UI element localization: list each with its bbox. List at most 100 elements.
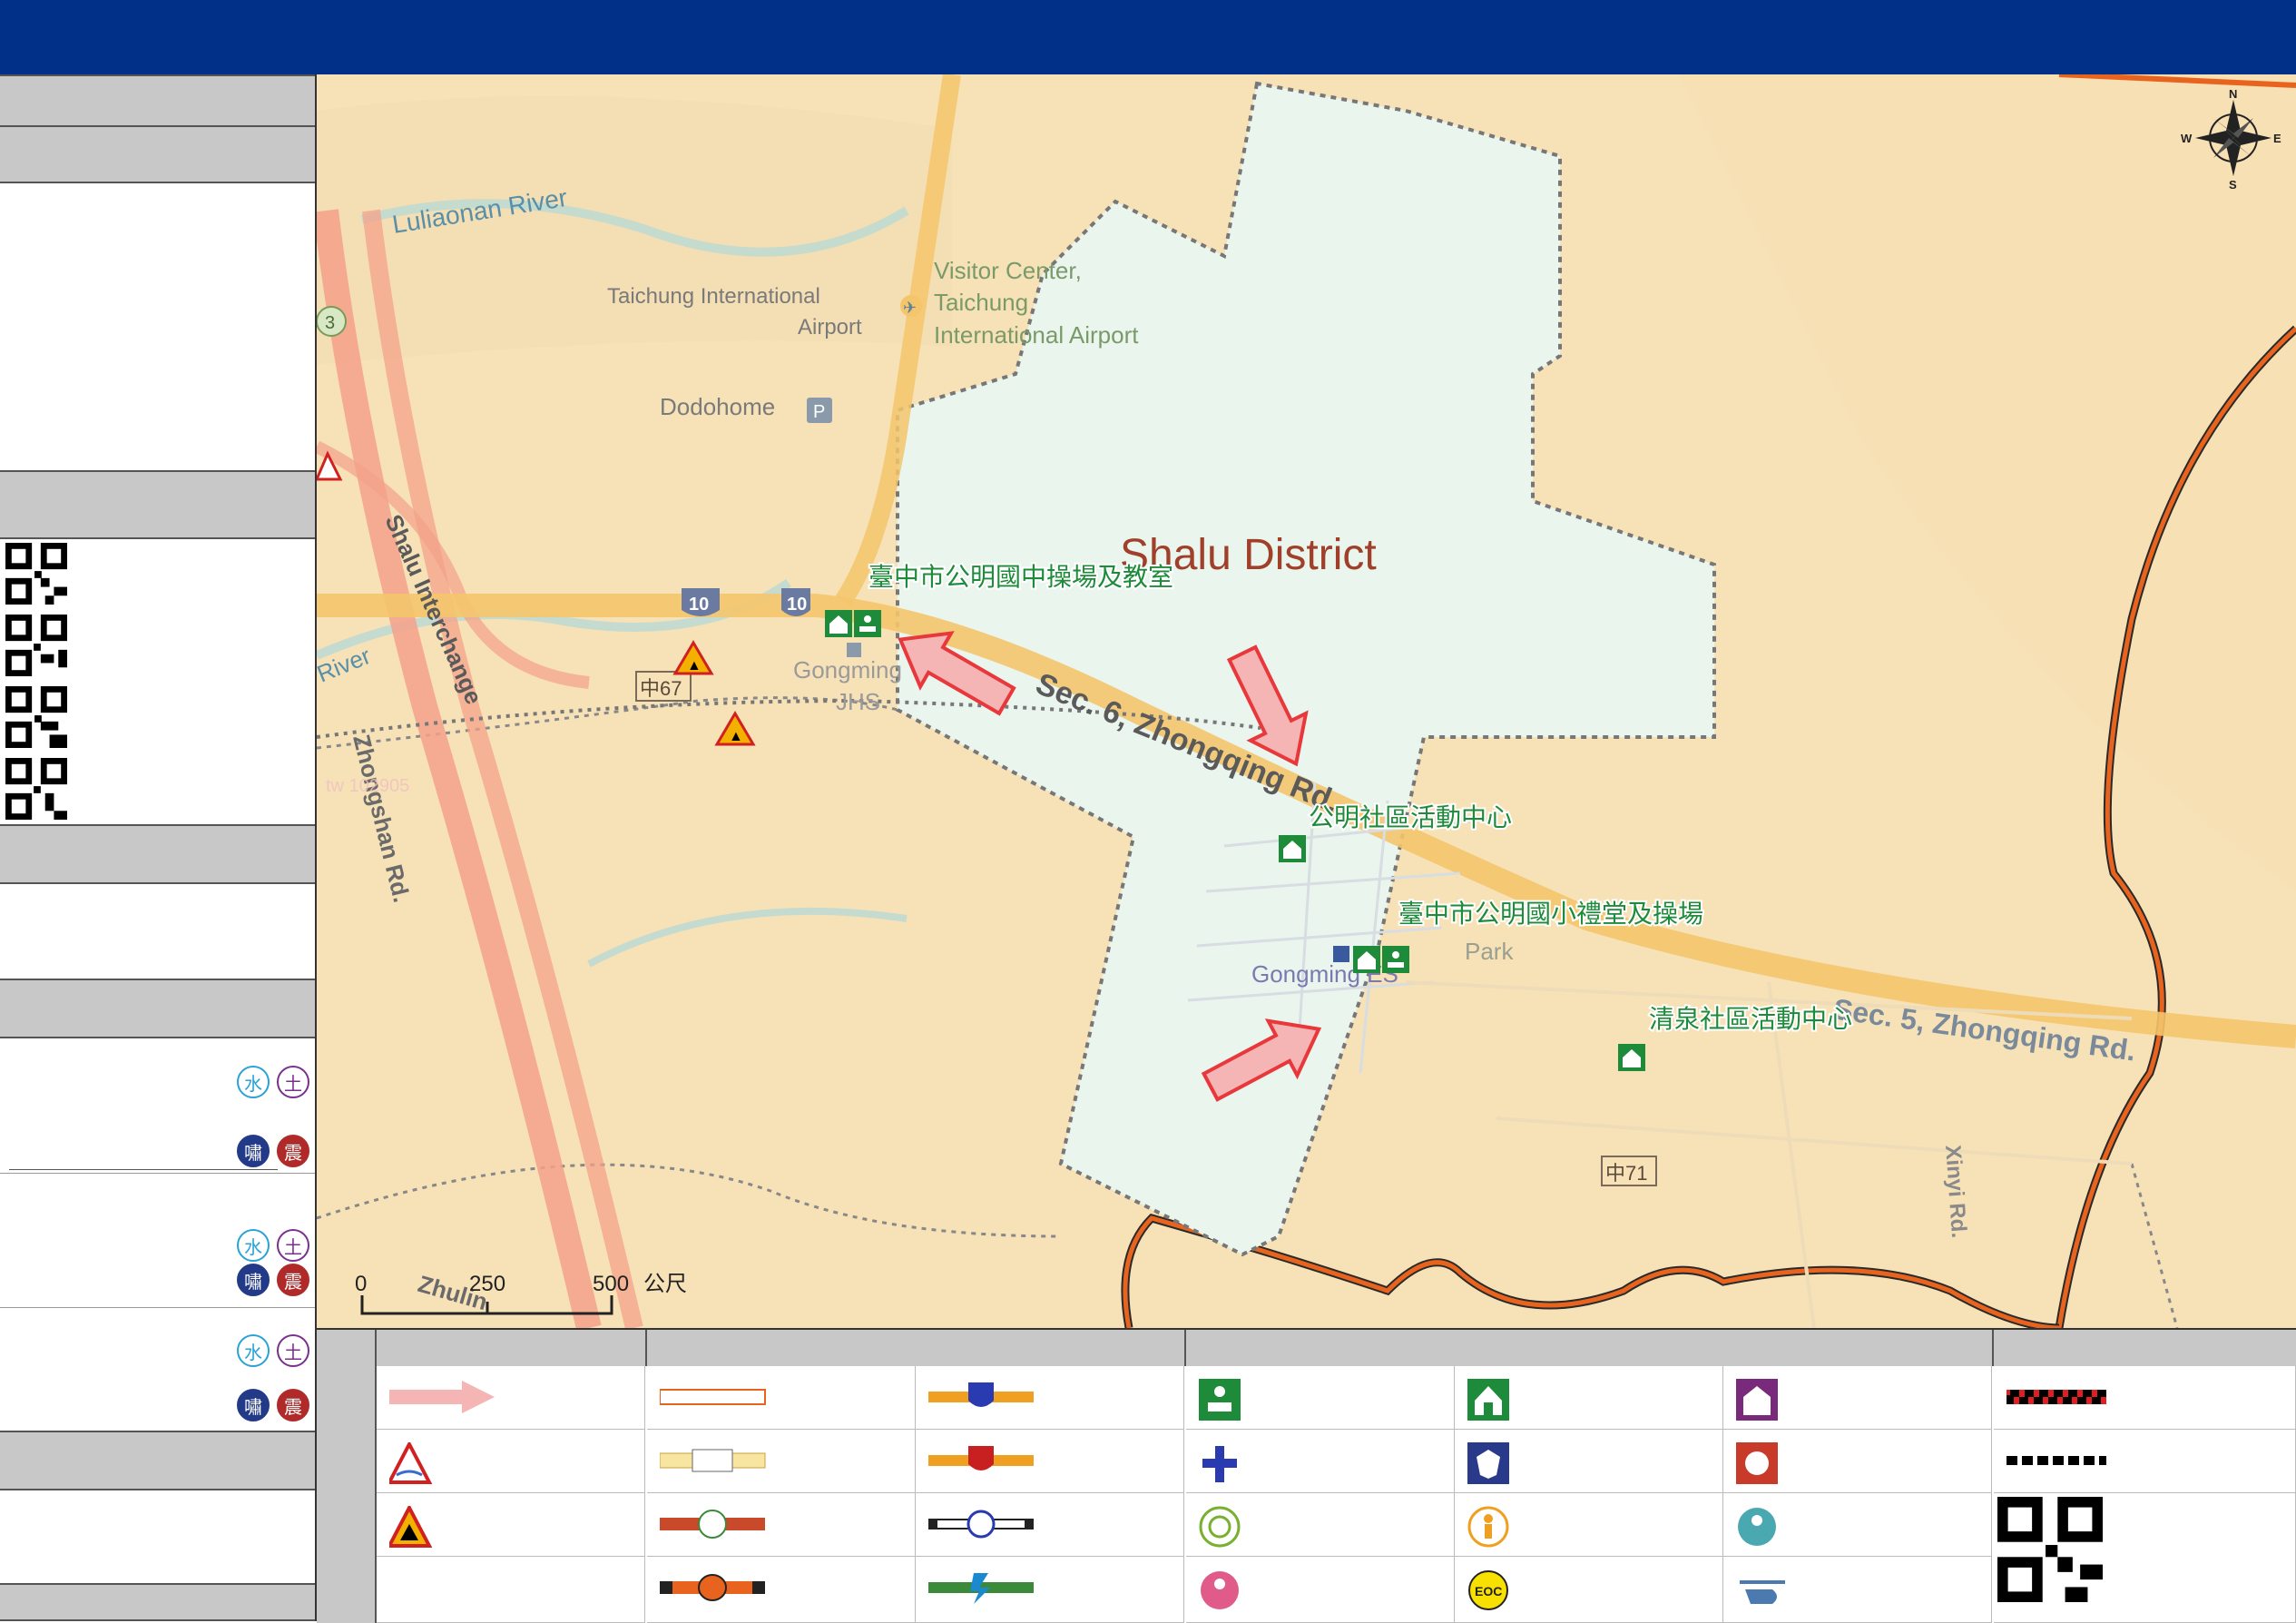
hazard-badge-row: 水 土: [237, 1229, 309, 1262]
sidebar-header-3: [0, 470, 315, 539]
legend-item: [1186, 1557, 1455, 1623]
highway-shield: 3: [317, 306, 347, 337]
svg-text:中67: 中67: [640, 677, 682, 700]
hazard-badge-row: 水 土: [237, 1334, 309, 1367]
qr-code-icon[interactable]: [5, 615, 67, 676]
svg-text:▲: ▲: [687, 658, 702, 674]
sidebar-header-1: [0, 74, 315, 127]
legend-item: [1186, 1366, 1455, 1430]
legend-item: [1723, 1366, 1992, 1430]
boundary-line-icon: [2007, 1456, 2106, 1465]
legend-item: [916, 1366, 1184, 1430]
shelter-indoor-icon: [1467, 1379, 1509, 1421]
village-boundary-line-icon: [2007, 1390, 2106, 1404]
qr-code-icon[interactable]: [5, 758, 67, 820]
divider: [9, 1169, 278, 1170]
qr-code-icon[interactable]: [5, 543, 67, 605]
svg-text:3: 3: [325, 313, 335, 333]
infant-icon: [1738, 1508, 1776, 1546]
legend-item: [1994, 1493, 2296, 1623]
base-map[interactable]: Luliaonan River River Taichung Internati…: [317, 74, 2296, 1328]
shelter-indoor-icon: [1279, 835, 1306, 862]
sidebar-footer-panel: [0, 1490, 315, 1585]
svg-text:▲: ▲: [729, 729, 743, 744]
sidebar-header-5: [0, 979, 315, 1038]
highway-shield: 10: [682, 588, 720, 616]
school-label: Gongming: [793, 656, 902, 684]
railway-line-icon: [928, 1510, 1034, 1539]
qr-code-icon[interactable]: [1997, 1497, 2103, 1602]
sidebar-header-2: [0, 125, 315, 183]
svg-text:W: W: [2181, 132, 2193, 145]
evacuation-arrow-icon: [389, 1381, 495, 1413]
legend-side-header: [317, 1330, 377, 1623]
legend-item: [647, 1430, 916, 1493]
family-support-icon: [1201, 1571, 1239, 1609]
legend-item: EOC: [1455, 1557, 1723, 1623]
earth-hazard-icon: 土: [277, 1334, 309, 1367]
airport-icon: ✈: [900, 295, 922, 317]
fire-station-icon: [1736, 1442, 1778, 1484]
legend-item: [916, 1493, 1184, 1557]
tsunami-hazard-icon: 嘯: [237, 1264, 270, 1296]
map-canvas[interactable]: Luliaonan River River Taichung Internati…: [317, 74, 2296, 1328]
hazard-badge-row: 嘯 震: [237, 1264, 309, 1296]
legend-item: [377, 1430, 645, 1493]
visitor-center-label: International Airport: [934, 321, 1139, 349]
quake-hazard-icon: 震: [277, 1389, 309, 1421]
svg-text:E: E: [2273, 132, 2281, 145]
park-label: Park: [1465, 938, 1514, 965]
elderly-icon: [1467, 1506, 1509, 1548]
water-hazard-icon: 水: [237, 1334, 270, 1367]
legend-item: [1994, 1366, 2296, 1430]
legend-item: [1723, 1557, 1992, 1623]
svg-text:500: 500: [593, 1272, 629, 1296]
road-line-icon: [928, 1382, 1034, 1407]
sidebar: 水 土 嘯 震 水 土 嘯 震 水 土 嘯 震: [0, 74, 317, 1621]
sidebar-info-panel: [0, 183, 315, 472]
road-line-icon: [660, 1449, 766, 1472]
sidebar-hazard-panel: 水 土 嘯 震 水 土 嘯 震 水 土 嘯 震: [0, 1038, 315, 1465]
tsunami-hazard-icon: 嘯: [237, 1389, 270, 1421]
svg-text:0: 0: [355, 1272, 367, 1296]
water-hazard-icon: 水: [237, 1229, 270, 1262]
legend-item: [647, 1366, 916, 1430]
qr-code-icon[interactable]: [5, 686, 67, 748]
svg-text:公尺: 公尺: [643, 1272, 687, 1296]
flood-warning-icon: [389, 1442, 433, 1484]
legend-item: [1455, 1430, 1723, 1493]
svg-text:✈: ✈: [903, 299, 917, 317]
airport-label: Taichung International: [607, 284, 820, 309]
landslide-warning-icon: [389, 1506, 433, 1548]
school-label: JHS: [836, 688, 880, 715]
svg-text:250: 250: [469, 1272, 505, 1296]
shelter-outdoor-icon: [854, 610, 881, 637]
watermark: tw 102905: [326, 776, 409, 796]
sidebar-header-6: [0, 1431, 315, 1490]
legend-item: [1723, 1493, 1992, 1557]
legend-header: [1994, 1330, 2296, 1366]
earth-hazard-icon: 土: [277, 1229, 309, 1262]
highway-shield: 10: [781, 588, 810, 616]
divider: [0, 1307, 315, 1308]
legend-item: [916, 1557, 1184, 1623]
legend-item: [647, 1557, 916, 1623]
earth-hazard-icon: 土: [277, 1066, 309, 1098]
visitor-center-label: Taichung: [934, 289, 1028, 316]
sidebar-header-7: [0, 1583, 315, 1621]
svg-text:S: S: [2229, 178, 2237, 192]
svg-text:10: 10: [787, 595, 807, 615]
parking-icon: P: [807, 398, 832, 423]
legend-item: [1455, 1366, 1723, 1430]
svg-text:P: P: [813, 402, 825, 422]
legend-item: [1455, 1493, 1723, 1557]
medical-icon: [1202, 1446, 1237, 1482]
visitor-center-label: Visitor Center,: [934, 257, 1082, 284]
water-hazard-icon: 水: [237, 1066, 270, 1098]
tsunami-hazard-icon: 嘯: [237, 1135, 270, 1167]
svg-text:10: 10: [689, 595, 709, 615]
shelter-label: 臺中市公明國小禮堂及操場: [1398, 900, 1703, 928]
road-line-icon: [928, 1446, 1034, 1471]
route-shield: 中71: [1601, 1156, 1657, 1186]
shelter-outdoor-icon: [1382, 946, 1409, 973]
